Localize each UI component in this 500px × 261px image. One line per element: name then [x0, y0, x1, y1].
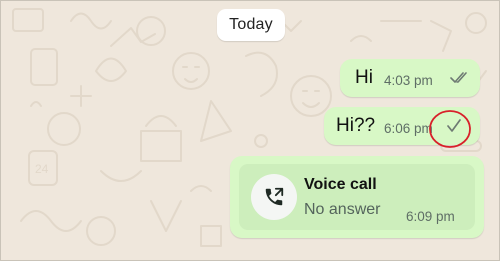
call-title: Voice call [304, 176, 377, 193]
message-text: Hi [355, 67, 373, 88]
outgoing-call-icon [265, 187, 284, 206]
date-chip: Today [217, 9, 285, 41]
highlight-circle-annotation [429, 110, 471, 148]
svg-text:24: 24 [35, 162, 49, 176]
message-time: 6:06 pm [384, 121, 433, 136]
chat-background: 24 Today Hi 4:03 pm Hi?? 6:06 pm Voice c… [0, 0, 500, 261]
outgoing-message-bubble[interactable]: Hi 4:03 pm [340, 59, 480, 97]
voice-call-bubble[interactable]: Voice call No answer 6:09 pm [230, 156, 484, 238]
voice-call-card[interactable]: Voice call No answer 6:09 pm [239, 164, 475, 230]
call-time: 6:09 pm [406, 209, 455, 224]
double-check-icon [450, 72, 467, 83]
message-text: Hi?? [336, 115, 376, 136]
message-time: 4:03 pm [384, 73, 433, 88]
call-status: No answer [304, 201, 381, 218]
call-icon-circle [251, 174, 297, 220]
